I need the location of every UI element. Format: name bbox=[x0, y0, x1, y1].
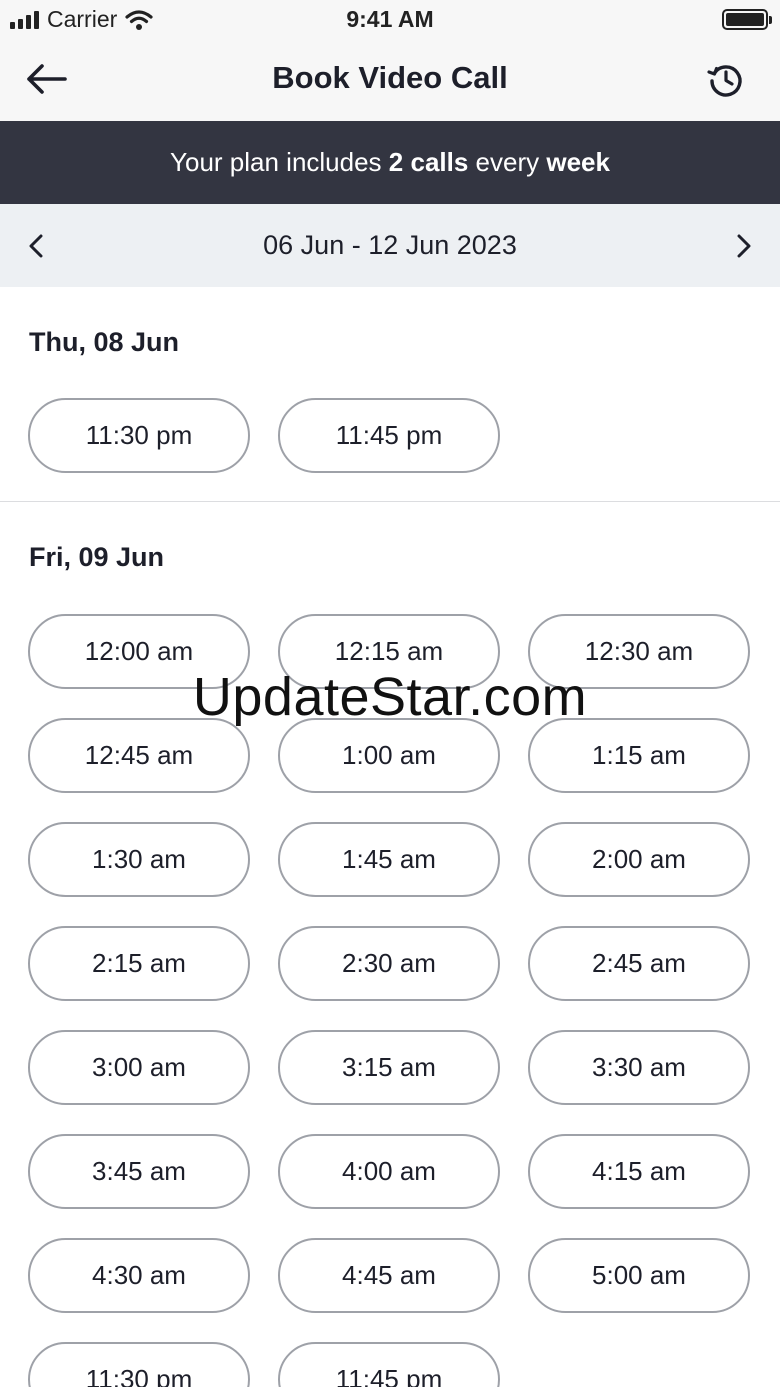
time-slot-button[interactable]: 4:15 am bbox=[528, 1134, 750, 1209]
status-time: 9:41 AM bbox=[346, 6, 434, 32]
chevron-right-icon bbox=[737, 234, 751, 258]
plan-period: week bbox=[546, 147, 610, 177]
time-slot-button[interactable]: 4:00 am bbox=[278, 1134, 500, 1209]
page-title: Book Video Call bbox=[272, 60, 508, 95]
time-slot-button[interactable]: 4:30 am bbox=[28, 1238, 250, 1313]
day-heading: Thu, 08 Jun bbox=[29, 327, 180, 357]
time-slot-button[interactable]: 1:30 am bbox=[28, 822, 250, 897]
time-slot-button[interactable]: 11:45 pm bbox=[278, 398, 500, 473]
time-slot-button[interactable]: 11:30 pm bbox=[28, 398, 250, 473]
history-clock-icon bbox=[707, 65, 742, 97]
time-slot-button[interactable]: 2:30 am bbox=[278, 926, 500, 1001]
week-range-label: 06 Jun - 12 Jun 2023 bbox=[263, 230, 517, 260]
time-slot-button[interactable]: 2:00 am bbox=[528, 822, 750, 897]
plan-banner: Your plan includes 2 calls every week bbox=[0, 121, 780, 204]
section-divider bbox=[0, 501, 780, 502]
plan-prefix: Your plan includes bbox=[170, 147, 389, 177]
time-slot-button[interactable]: 2:45 am bbox=[528, 926, 750, 1001]
time-slot-button[interactable]: 5:00 am bbox=[528, 1238, 750, 1313]
time-slot-button[interactable]: 4:45 am bbox=[278, 1238, 500, 1313]
time-slot-button[interactable]: 12:15 am bbox=[278, 614, 500, 689]
status-bar: Carrier 9:41 AM bbox=[0, 0, 780, 38]
time-slot-button[interactable]: 12:00 am bbox=[28, 614, 250, 689]
time-slot-button[interactable]: 12:45 am bbox=[28, 718, 250, 793]
time-slot-button[interactable]: 3:00 am bbox=[28, 1030, 250, 1105]
slot-grid: 11:30 pm 11:45 pm bbox=[28, 398, 752, 473]
week-selector: 06 Jun - 12 Jun 2023 bbox=[0, 204, 780, 287]
plan-middle: every bbox=[468, 147, 547, 177]
plan-calls: 2 calls bbox=[388, 147, 469, 177]
nav-bar: Book Video Call bbox=[0, 38, 780, 121]
time-slot-button[interactable]: 3:45 am bbox=[28, 1134, 250, 1209]
slot-grid: 12:00 am 12:15 am 12:30 am 12:45 am 1:00… bbox=[28, 614, 752, 1387]
time-slot-button[interactable]: 1:00 am bbox=[278, 718, 500, 793]
history-button[interactable] bbox=[706, 60, 746, 100]
time-slot-button[interactable]: 12:30 am bbox=[528, 614, 750, 689]
time-slot-button[interactable]: 1:45 am bbox=[278, 822, 500, 897]
battery-icon bbox=[722, 9, 772, 30]
day-heading: Fri, 09 Jun bbox=[29, 542, 165, 572]
time-slot-button[interactable]: 3:15 am bbox=[278, 1030, 500, 1105]
time-slot-button[interactable]: 11:45 pm bbox=[278, 1342, 500, 1387]
next-week-button[interactable] bbox=[726, 226, 762, 266]
time-slot-button[interactable]: 3:30 am bbox=[528, 1030, 750, 1105]
time-slot-button[interactable]: 1:15 am bbox=[528, 718, 750, 793]
time-slot-button[interactable]: 2:15 am bbox=[28, 926, 250, 1001]
time-slot-button[interactable]: 11:30 pm bbox=[28, 1342, 250, 1387]
